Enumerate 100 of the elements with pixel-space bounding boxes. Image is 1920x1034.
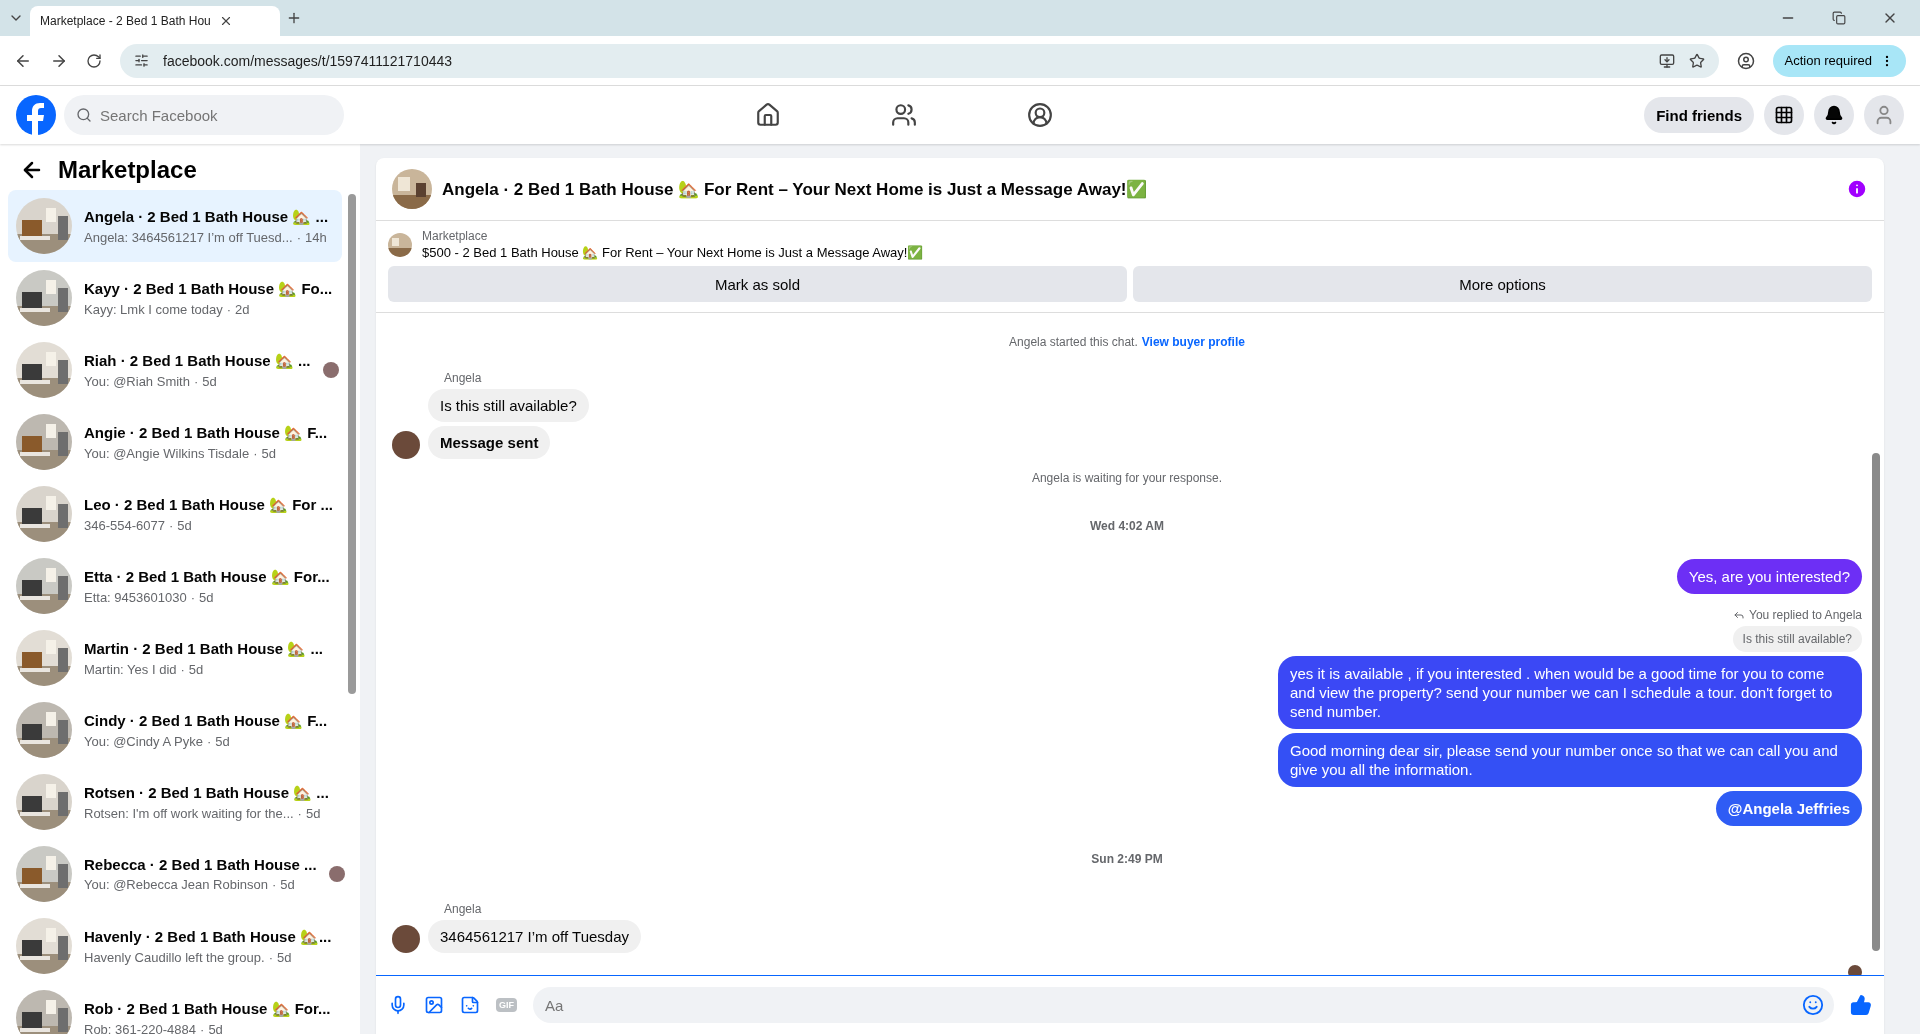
separator-dot: · — [193, 373, 199, 389]
more-options-button[interactable]: More options — [1133, 266, 1872, 302]
conversation-item[interactable]: Angela · 2 Bed 1 Bath House 🏡 ... Angela: 3464561217 I’m off Tuesd... · 14h — [8, 190, 342, 262]
home-icon[interactable] — [755, 102, 782, 128]
profile-icon[interactable] — [1736, 51, 1755, 70]
outgoing-message: @Angela Jeffries — [1715, 791, 1862, 826]
grid-icon — [1774, 105, 1794, 125]
conversation-item[interactable]: Angie · 2 Bed 1 Bath House 🏡 F... You: @Angie Wilkins Tisdale · 5d — [8, 406, 342, 478]
reply-icon — [1733, 609, 1745, 621]
conversation-item[interactable]: Rob · 2 Bed 1 Bath House 🏡 For... Rob: 361-220-4884 · 5d — [8, 982, 342, 1034]
reply-note: You replied to Angela — [1749, 608, 1862, 622]
message-time: 5d — [188, 661, 204, 677]
message-preview: Rotsen: I'm off work waiting for the... — [84, 805, 294, 821]
read-receipt-icon — [1848, 965, 1862, 975]
address-bar[interactable]: facebook.com/messages/t/1597411121710443 — [120, 43, 1719, 78]
message-time: 5d — [177, 517, 192, 533]
conversation-title: Leo · 2 Bed 1 Bath House 🏡 For ... — [84, 495, 334, 514]
separator-dot: · — [226, 301, 232, 317]
separator-dot: · — [296, 229, 301, 245]
message-field[interactable]: Aa — [533, 987, 1834, 1023]
conversation-item[interactable]: Rotsen · 2 Bed 1 Bath House 🏡 ... Rotsen: I'm off work waiting for the... · 5d — [8, 766, 342, 838]
separator-dot: · — [200, 1021, 205, 1034]
message-preview: You: @Rebecca Jean Robinson — [84, 877, 268, 892]
message-time: 2d — [235, 301, 250, 317]
message-preview: Rob: 361-220-4884 — [84, 1021, 197, 1034]
listing-title[interactable]: $500 - 2 Bed 1 Bath House 🏡 For Rent – Your Next Home is Just a Message Away!✅ — [422, 245, 924, 260]
conversation-item[interactable]: Rebecca · 2 Bed 1 Bath House ... You: @Rebecca Jean Robinson · 5d — [8, 838, 342, 910]
conversation-title: Kayy · 2 Bed 1 Bath House 🏡 Fo... — [84, 279, 334, 298]
separator-dot: · — [168, 517, 174, 533]
conversation-title: Etta · 2 Bed 1 Bath House 🏡 For... — [84, 567, 331, 586]
separator-dot: · — [253, 445, 258, 461]
conversation-item[interactable]: Havenly · 2 Bed 1 Bath House 🏡... Havenly Caudillo left the group. · 5d — [8, 910, 342, 982]
conversation-title: Rob · 2 Bed 1 Bath House 🏡 For... — [84, 999, 332, 1018]
system-message: Angela started this chat. — [1009, 335, 1138, 349]
timestamp: Wed 4:02 AM — [1090, 518, 1164, 535]
menu-button[interactable] — [1764, 95, 1804, 135]
sender-name: Angela — [444, 371, 483, 385]
search-field[interactable]: Search Facebook — [64, 95, 344, 135]
restore-icon[interactable] — [1832, 10, 1846, 26]
outgoing-message: Yes, are you interested? — [1676, 559, 1862, 594]
message-time: 14h — [305, 229, 327, 245]
message-preview: Martin: Yes I did — [84, 661, 177, 677]
reload-icon[interactable] — [86, 52, 102, 69]
browser-tab[interactable]: Marketplace - 2 Bed 1 Bath Hou — [30, 6, 280, 36]
message-preview: 346-554-6077 — [84, 517, 165, 533]
view-buyer-profile-link[interactable]: View buyer profile — [1141, 335, 1245, 349]
search-icon — [76, 107, 92, 123]
conversation-title: Cindy · 2 Bed 1 Bath House 🏡 F... — [84, 711, 329, 730]
separator-dot: · — [272, 877, 277, 892]
separator-dot: · — [297, 805, 302, 821]
site-settings-icon[interactable] — [134, 53, 149, 68]
emoji-icon[interactable] — [1802, 994, 1824, 1016]
conversation-item[interactable]: Leo · 2 Bed 1 Bath House 🏡 For ... 346-554-6077 · 5d — [8, 478, 342, 550]
microphone-icon[interactable] — [388, 995, 408, 1015]
message-preview: You: @Riah Smith — [84, 373, 190, 389]
message-preview: Havenly Caudillo left the group. — [84, 949, 265, 965]
message-time: 5d — [305, 805, 321, 821]
conversation-title: Riah · 2 Bed 1 Bath House 🏡 ... — [84, 351, 311, 370]
message-time: 5d — [215, 733, 230, 749]
action-required-button[interactable]: Action required — [1772, 44, 1906, 77]
mark-as-sold-button[interactable]: Mark as sold — [388, 266, 1127, 302]
separator-dot: · — [206, 733, 212, 749]
new-tab-icon[interactable] — [286, 10, 302, 26]
bookmark-star-icon[interactable] — [1688, 52, 1705, 69]
conversation-item[interactable]: Riah · 2 Bed 1 Bath House 🏡 ... You: @Riah Smith · 5d — [8, 334, 342, 406]
thumbs-up-icon[interactable] — [1850, 994, 1872, 1016]
conversation-item[interactable]: Cindy · 2 Bed 1 Bath House 🏡 F... You: @Cindy A Pyke · 5d — [8, 694, 342, 766]
scrollbar[interactable] — [1872, 453, 1880, 951]
message-preview: Angela: 3464561217 I’m off Tuesd... — [84, 229, 293, 245]
conversation-item[interactable]: Martin · 2 Bed 1 Bath House 🏡 ... Martin: Yes I did · 5d — [8, 622, 342, 694]
conversation-item[interactable]: Kayy · 2 Bed 1 Bath House 🏡 Fo... Kayy: Lmk I come today · 2d — [8, 262, 342, 334]
install-icon[interactable] — [1658, 52, 1675, 69]
info-icon[interactable] — [1846, 178, 1868, 200]
sticker-icon[interactable] — [460, 995, 480, 1015]
friends-icon[interactable] — [891, 102, 918, 128]
groups-icon[interactable] — [1027, 102, 1054, 128]
message-time: 5d — [199, 589, 214, 605]
image-icon[interactable] — [424, 995, 444, 1015]
conversation-title: Rebecca · 2 Bed 1 Bath House ... — [84, 856, 317, 873]
notifications-button[interactable] — [1814, 95, 1854, 135]
message-time: 5d — [280, 877, 295, 892]
find-friends-button[interactable]: Find friends — [1644, 97, 1754, 133]
account-avatar[interactable] — [1864, 95, 1904, 135]
message-preview: Etta: 9453601030 — [84, 589, 187, 605]
conversation-title: Rotsen · 2 Bed 1 Bath House 🏡 ... — [84, 783, 330, 802]
message-time: 5d — [208, 1021, 223, 1034]
conversation-title: Angela · 2 Bed 1 Bath House 🏡 ... — [84, 207, 330, 226]
facebook-logo-icon[interactable] — [16, 95, 56, 135]
incoming-message: Message sent — [428, 426, 551, 459]
sender-name: Angela — [444, 902, 483, 916]
message-preview: You: @Angie Wilkins Tisdale — [84, 445, 250, 461]
conversation-item[interactable]: Etta · 2 Bed 1 Bath House 🏡 For... Etta: 9453601030 · 5d — [8, 550, 342, 622]
scrollbar[interactable] — [348, 194, 356, 694]
message-time: 5d — [202, 373, 217, 389]
timestamp: Sun 2:49 PM — [1091, 851, 1163, 868]
conversation-title: Martin · 2 Bed 1 Bath House 🏡 ... — [84, 639, 325, 658]
sidebar-title: Marketplace — [58, 156, 197, 184]
quoted-message: Is this still available? — [1732, 626, 1862, 652]
message-preview: You: @Cindy A Pyke — [84, 733, 203, 749]
system-message: Angela is waiting for your response. — [1031, 471, 1223, 485]
